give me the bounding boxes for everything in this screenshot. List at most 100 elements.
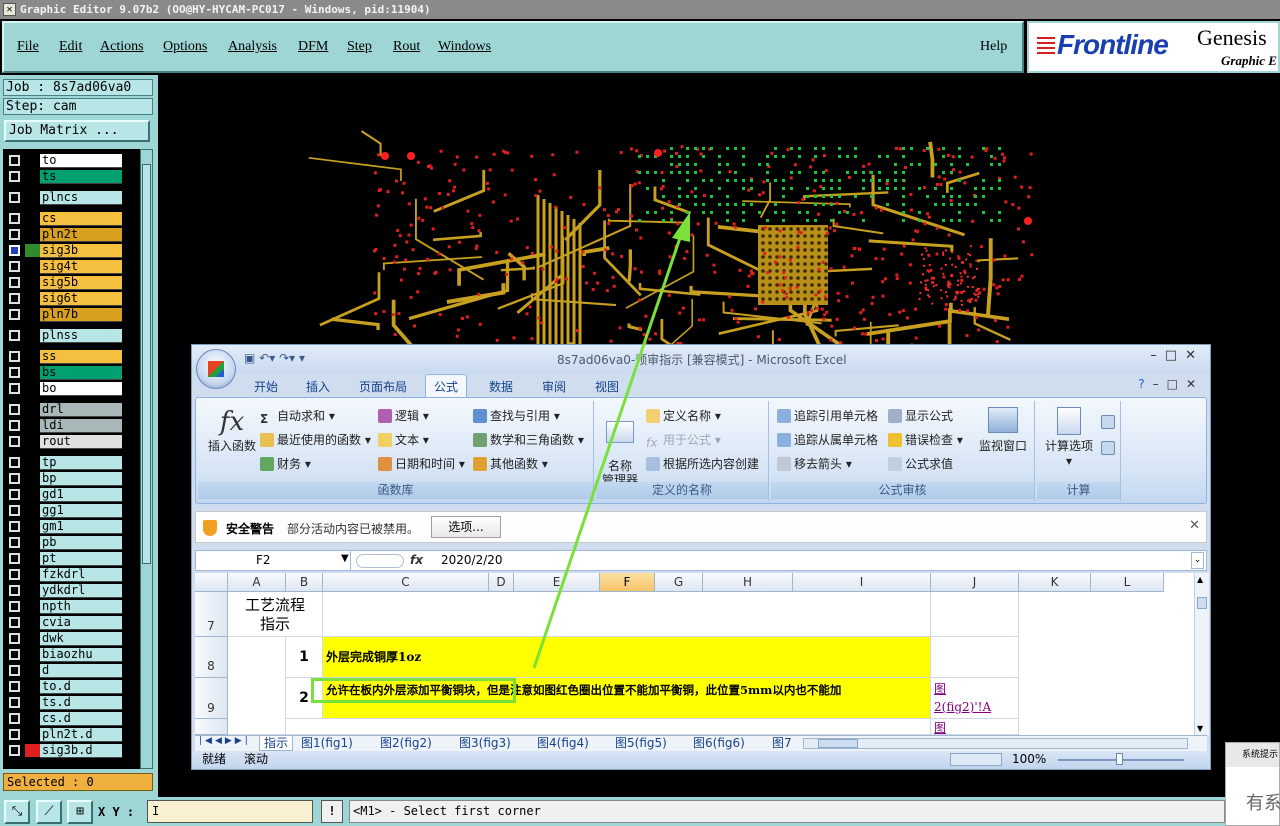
zoom-level[interactable]: 100%: [1012, 751, 1046, 768]
column-header[interactable]: A: [228, 573, 286, 592]
cell-c7[interactable]: [323, 592, 931, 637]
evaluate-formula-button[interactable]: 公式求值: [888, 455, 953, 472]
tab-formulas[interactable]: 公式: [425, 374, 468, 397]
sheet-tab[interactable]: 图1(fig1): [301, 736, 353, 751]
vertical-scrollbar[interactable]: ▲ ▼: [1194, 573, 1209, 735]
define-name-button[interactable]: 定义名称 ▾: [646, 407, 721, 424]
cell-j9-link[interactable]: 图 2(fig2)'!A: [931, 678, 1019, 719]
formula-splitter[interactable]: [356, 554, 404, 568]
fx-icon[interactable]: fx: [410, 553, 423, 567]
layer-name[interactable]: pt: [40, 552, 122, 566]
layer-color-swatch[interactable]: [25, 504, 40, 517]
layer-row-pln2t[interactable]: pln2t: [3, 227, 140, 242]
layer-row-ts.d[interactable]: ts.d: [3, 695, 140, 710]
help-icon[interactable]: ?: [1138, 377, 1152, 391]
layer-row-d[interactable]: d: [3, 663, 140, 678]
layer-checkbox[interactable]: [9, 633, 20, 644]
warning-icon[interactable]: !: [321, 800, 343, 823]
layer-row-sig6t[interactable]: sig6t: [3, 291, 140, 306]
layer-name[interactable]: gd1: [40, 488, 122, 502]
layer-color-swatch[interactable]: [25, 536, 40, 549]
layer-color-swatch[interactable]: [25, 276, 40, 289]
cell-j7[interactable]: [931, 592, 1019, 637]
layer-name[interactable]: gg1: [40, 504, 122, 518]
layer-row-gd1[interactable]: gd1: [3, 487, 140, 502]
layer-color-swatch[interactable]: [25, 329, 40, 342]
layer-checkbox[interactable]: [9, 521, 20, 532]
customize-qat-icon[interactable]: ▾: [299, 351, 305, 365]
restore-icon[interactable]: □: [1167, 377, 1186, 391]
layer-checkbox[interactable]: [9, 457, 20, 468]
layer-name[interactable]: sig4t: [40, 260, 122, 274]
expand-formula-icon[interactable]: ⌄: [1191, 552, 1204, 569]
layer-row-plnss[interactable]: plnss: [3, 328, 140, 343]
layer-color-swatch[interactable]: [25, 616, 40, 629]
layer-name[interactable]: sig6t: [40, 292, 122, 306]
layer-row-sig5b[interactable]: sig5b: [3, 275, 140, 290]
date-time-button[interactable]: 日期和时间 ▾: [378, 455, 465, 472]
layer-name[interactable]: drl: [40, 403, 122, 417]
cell-a8[interactable]: [228, 637, 286, 735]
layer-name[interactable]: pln2t: [40, 228, 122, 242]
layer-color-swatch[interactable]: [25, 712, 40, 725]
menu-help[interactable]: Help: [980, 39, 1007, 55]
sheet-tab[interactable]: 图6(fig6): [693, 736, 745, 751]
zoom-slider-thumb[interactable]: [1116, 753, 1123, 765]
layer-name[interactable]: to.d: [40, 680, 122, 694]
layer-color-swatch[interactable]: [25, 382, 40, 395]
worksheet-grid[interactable]: A B C D E F G H I J K L 7 工艺流程 指示 8 1 外层…: [195, 573, 1194, 735]
layer-color-swatch[interactable]: [25, 403, 40, 416]
layer-row-pln7b[interactable]: pln7b: [3, 307, 140, 322]
layer-checkbox[interactable]: [9, 367, 20, 378]
layer-name[interactable]: sig3b.d: [40, 744, 122, 758]
layer-row-fzkdrl[interactable]: fzkdrl: [3, 567, 140, 582]
layer-color-swatch[interactable]: [25, 212, 40, 225]
zoom-area-icon[interactable]: ⤡: [4, 800, 30, 824]
horizontal-scrollbar[interactable]: [803, 738, 1188, 749]
layer-color-swatch[interactable]: [25, 648, 40, 661]
layer-name[interactable]: to: [40, 154, 122, 168]
layer-checkbox[interactable]: [9, 155, 20, 166]
layer-color-swatch[interactable]: [25, 435, 40, 448]
layer-checkbox[interactable]: [9, 649, 20, 660]
layer-name[interactable]: pln2t.d: [40, 728, 122, 742]
layer-color-swatch[interactable]: [25, 366, 40, 379]
layer-name[interactable]: rout: [40, 435, 122, 449]
column-header[interactable]: B: [286, 573, 323, 592]
scroll-up-icon[interactable]: ▲: [1197, 575, 1203, 584]
cell-b8[interactable]: 1: [286, 637, 323, 678]
layer-row-ydkdrl[interactable]: ydkdrl: [3, 583, 140, 598]
layer-color-swatch[interactable]: [25, 600, 40, 613]
more-functions-button[interactable]: 其他函数 ▾: [473, 455, 548, 472]
layer-checkbox[interactable]: [9, 585, 20, 596]
maximize-icon[interactable]: □: [1165, 348, 1185, 363]
menu-analysis[interactable]: Analysis: [228, 39, 277, 55]
close-icon[interactable]: ✕: [1189, 518, 1200, 533]
column-header[interactable]: J: [931, 573, 1019, 592]
layer-row-tp[interactable]: tp: [3, 455, 140, 470]
cell-j8[interactable]: [931, 637, 1019, 678]
layer-checkbox[interactable]: [9, 665, 20, 676]
layer-color-swatch[interactable]: [25, 568, 40, 581]
layer-row-to[interactable]: to: [3, 153, 140, 168]
xy-coordinate-input[interactable]: I: [147, 800, 313, 823]
tab-home[interactable]: 开始: [254, 378, 278, 395]
show-formulas-button[interactable]: 显示公式: [888, 407, 953, 424]
layer-color-swatch[interactable]: [25, 520, 40, 533]
redo-icon[interactable]: ↷▾: [279, 351, 295, 365]
recent-functions-button[interactable]: 最近使用的函数 ▾: [260, 431, 371, 448]
layer-checkbox[interactable]: [9, 309, 20, 320]
layer-row-biaozhu[interactable]: biaozhu: [3, 647, 140, 662]
cell-c8[interactable]: 外层完成铜厚1oz: [323, 637, 931, 678]
layer-row-cvia[interactable]: cvia: [3, 615, 140, 630]
column-header[interactable]: C: [323, 573, 489, 592]
sheet-tab-active[interactable]: 指示: [259, 736, 294, 751]
column-header[interactable]: K: [1019, 573, 1091, 592]
layer-checkbox[interactable]: [9, 505, 20, 516]
layer-checkbox[interactable]: [9, 293, 20, 304]
menu-step[interactable]: Step: [347, 39, 372, 55]
layer-row-cs[interactable]: cs: [3, 211, 140, 226]
job-matrix-button[interactable]: Job Matrix ...: [4, 120, 150, 142]
layer-checkbox[interactable]: [9, 404, 20, 415]
scrollbar-thumb[interactable]: [1197, 597, 1207, 609]
